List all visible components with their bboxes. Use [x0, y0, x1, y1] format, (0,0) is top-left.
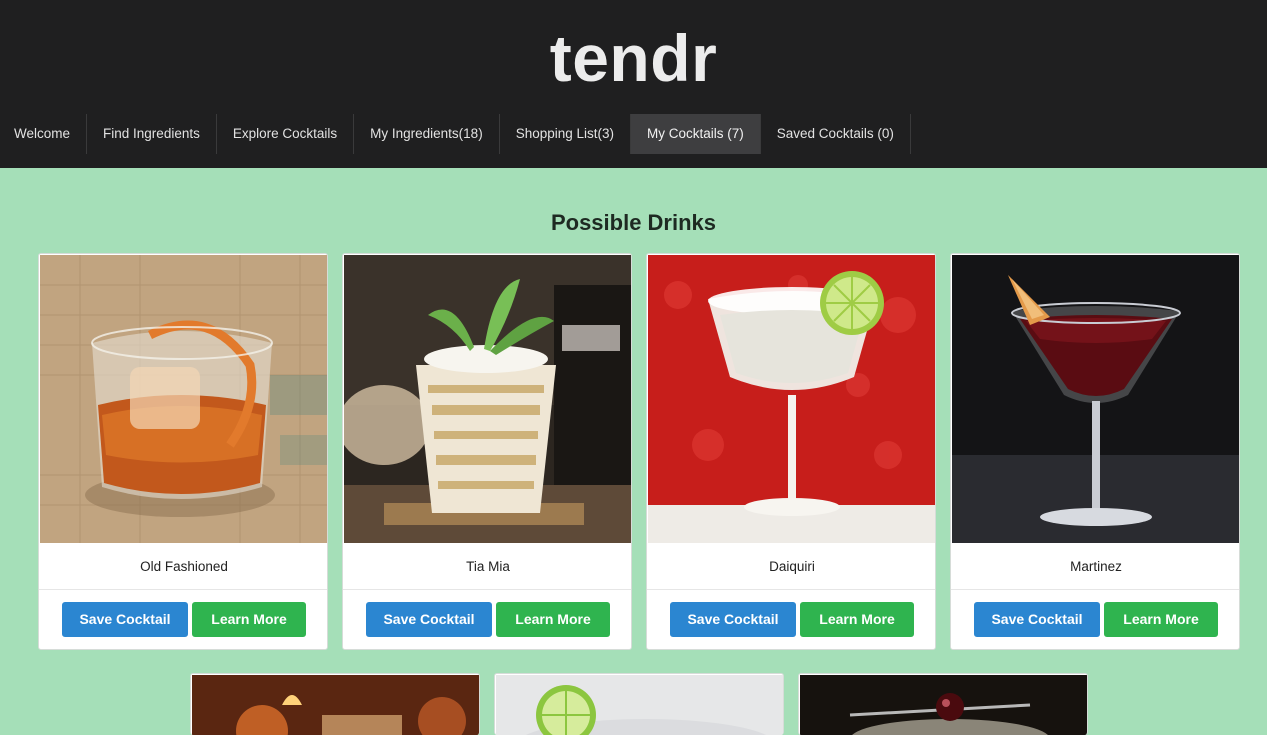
tia-mia-photo[interactable] — [344, 255, 631, 543]
learn-more-button[interactable]: Learn More — [800, 602, 914, 637]
nav-my-cocktails[interactable]: My Cocktails (7) — [631, 114, 761, 154]
tia-mia-image — [344, 255, 631, 543]
drink-name: Old Fashioned — [39, 544, 327, 590]
martinez-image — [952, 255, 1239, 543]
page-title: Possible Drinks — [550, 210, 717, 235]
drink-name: Tia Mia — [343, 544, 631, 590]
save-cocktail-button[interactable]: Save Cocktail — [366, 602, 492, 637]
old-fashioned-photo[interactable] — [40, 255, 327, 543]
learn-more-button[interactable]: Learn More — [496, 602, 610, 637]
card-actions: Save Cocktail Learn More — [343, 602, 631, 637]
drink-image — [192, 675, 479, 735]
app-header: tendr Welcome Find Ingredients Explore C… — [0, 0, 1267, 168]
drink-name: Martinez — [951, 544, 1239, 590]
brand-logo[interactable]: tendr — [0, 18, 1267, 98]
card-actions: Save Cocktail Learn More — [951, 602, 1239, 637]
card-actions: Save Cocktail Learn More — [647, 602, 935, 637]
learn-more-button[interactable]: Learn More — [1104, 602, 1218, 637]
drink-card: Martinez Save Cocktail Learn More — [950, 253, 1240, 650]
save-cocktail-button[interactable]: Save Cocktail — [62, 602, 188, 637]
nav-explore-cocktails[interactable]: Explore Cocktails — [217, 114, 355, 154]
learn-more-button[interactable]: Learn More — [192, 602, 306, 637]
nav-my-ingredients[interactable]: My Ingredients(18) — [354, 114, 500, 154]
old-fashioned-image — [40, 255, 327, 543]
card-actions: Save Cocktail Learn More — [39, 602, 327, 637]
drink-photo[interactable] — [496, 675, 783, 735]
drink-photo[interactable] — [192, 675, 479, 735]
daiquiri-photo[interactable] — [648, 255, 935, 543]
drink-card: Tia Mia Save Cocktail Learn More — [342, 253, 632, 650]
daiquiri-image — [648, 255, 935, 543]
drink-card: Daiquiri Save Cocktail Learn More — [646, 253, 936, 650]
save-cocktail-button[interactable]: Save Cocktail — [670, 602, 796, 637]
save-cocktail-button[interactable]: Save Cocktail — [974, 602, 1100, 637]
drink-image — [800, 675, 1087, 735]
drink-name: Daiquiri — [647, 544, 935, 590]
drink-card — [798, 673, 1088, 735]
drink-image — [496, 675, 783, 735]
martinez-photo[interactable] — [952, 255, 1239, 543]
drink-photo[interactable] — [800, 675, 1087, 735]
nav-saved-cocktails[interactable]: Saved Cocktails (0) — [761, 114, 911, 154]
drink-card: Old Fashioned Save Cocktail Learn More — [38, 253, 328, 650]
nav-welcome[interactable]: Welcome — [0, 114, 88, 154]
nav-shopping-list[interactable]: Shopping List(3) — [500, 114, 632, 154]
main-nav: Welcome Find Ingredients Explore Cocktai… — [0, 114, 911, 154]
drink-card — [190, 673, 480, 735]
nav-find-ingredients[interactable]: Find Ingredients — [87, 114, 217, 154]
drink-card — [494, 673, 784, 735]
